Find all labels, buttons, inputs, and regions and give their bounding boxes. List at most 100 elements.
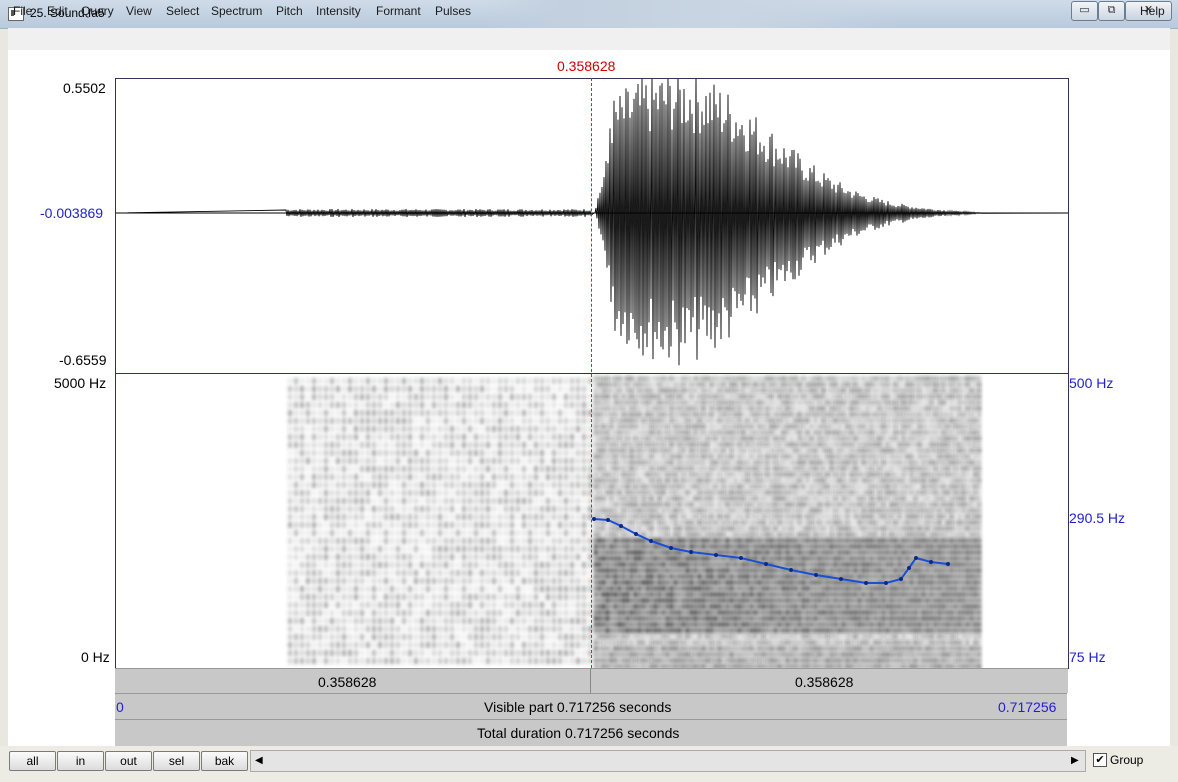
spectrogram-cell	[714, 562, 717, 567]
spectrogram-cell	[408, 402, 412, 408]
spectrogram-cell	[710, 490, 713, 495]
spectrogram-cell	[782, 400, 785, 405]
spectrogram-cell	[742, 562, 745, 567]
menu-select[interactable]: Select	[166, 4, 199, 18]
menu-edit[interactable]: Edit	[47, 4, 68, 18]
menu-file[interactable]: File	[13, 4, 32, 18]
spectrogram-cell	[782, 580, 785, 585]
spectrogram-cell	[838, 400, 841, 405]
menu-bar	[8, 28, 1170, 51]
spectrogram-cell	[540, 426, 544, 432]
spectrogram-cell	[758, 622, 761, 627]
spectrogram-cell	[420, 546, 424, 552]
spectrogram-cell	[510, 618, 514, 624]
spectrogram-cell	[754, 484, 757, 489]
spectrogram-cell	[510, 514, 514, 520]
spectrogram-cell	[706, 574, 709, 579]
spectrogram-cell	[682, 556, 685, 561]
menu-view[interactable]: View	[126, 4, 152, 18]
spectrogram-cell	[480, 562, 484, 568]
spectrogram-cell	[570, 514, 574, 520]
spectrogram-cell	[480, 410, 484, 416]
spectrogram-cell	[638, 556, 641, 561]
spectrogram-cell	[598, 628, 601, 633]
spectrogram-cell	[794, 406, 797, 411]
spectrogram-cell	[790, 400, 793, 405]
menu-query[interactable]: Query	[81, 4, 114, 18]
spectrogram-cell	[702, 424, 705, 429]
spectrogram-cell	[342, 610, 346, 616]
spectrogram-cell	[378, 450, 382, 456]
spectrogram-cell	[336, 586, 340, 592]
spectrogram-cell	[706, 496, 709, 501]
spectrogram-cell	[384, 658, 388, 664]
spectrogram-cell	[354, 378, 358, 384]
spectrogram-cell	[734, 448, 737, 453]
spectrogram-cell	[378, 490, 382, 496]
spectrogram-cell	[662, 376, 665, 381]
spectrogram-cell	[610, 508, 613, 513]
menu-pitch[interactable]: Pitch	[276, 4, 303, 18]
spectrogram-cell	[426, 618, 430, 624]
spectrogram-cell	[348, 506, 352, 512]
maximize-button[interactable]: ⧉	[1098, 1, 1125, 21]
spectrogram-cell	[818, 544, 821, 549]
spectrogram-cell	[528, 514, 532, 520]
menu-formant[interactable]: Formant	[376, 4, 421, 18]
spectrogram-cell	[822, 484, 825, 489]
spectrogram-cell	[734, 574, 737, 579]
spectrogram-cell	[730, 550, 733, 555]
spectrogram-cell	[666, 592, 669, 597]
spectrogram-cell	[378, 402, 382, 408]
spectrogram-cell	[718, 376, 721, 381]
spectrogram-panel[interactable]	[115, 373, 1069, 669]
spectrogram-cell	[730, 532, 733, 537]
spectrogram-cell	[336, 538, 340, 544]
spectrogram-cell	[300, 418, 304, 424]
spectrogram-cell	[762, 604, 765, 609]
waveform-panel[interactable]	[115, 78, 1069, 374]
spectrogram-cell	[534, 634, 538, 640]
spectrogram-cell	[786, 514, 789, 519]
spectrogram-cell	[606, 502, 609, 507]
spectrogram-cell	[846, 382, 849, 387]
spectrogram-cell	[414, 562, 418, 568]
spectrogram-cell	[336, 554, 340, 560]
spectrogram-cell	[798, 442, 801, 447]
spectrogram-cell	[846, 568, 849, 573]
spectrogram-cell	[498, 610, 502, 616]
spectrogram-cell	[348, 650, 352, 656]
spectrogram-cell	[468, 578, 472, 584]
spectrogram-cell	[834, 388, 837, 393]
spectrogram-cell	[758, 454, 761, 459]
spectrogram-cell	[634, 574, 637, 579]
menu-help[interactable]: Help	[1140, 4, 1165, 18]
spectrogram-cell	[698, 508, 701, 513]
spectrogram-cell	[834, 556, 837, 561]
spectrogram-cell	[714, 634, 717, 639]
menu-spectrum[interactable]: Spectrum	[211, 4, 262, 18]
spectrogram-cell	[746, 430, 749, 435]
spectrogram-cell	[396, 634, 400, 640]
spectrogram-cell	[564, 418, 568, 424]
spectrogram-cell	[336, 458, 340, 464]
spectrogram-cell	[324, 386, 328, 392]
spectrogram-cell	[606, 586, 609, 591]
spectrogram-cell	[300, 482, 304, 488]
spectrogram-cell	[834, 418, 837, 423]
spectrogram-cell	[528, 450, 532, 456]
spectrogram-cell	[402, 418, 406, 424]
menu-pulses[interactable]: Pulses	[435, 4, 471, 18]
spectrogram-cell	[610, 502, 613, 507]
spectrogram-cell	[702, 544, 705, 549]
menu-intensity[interactable]: Intensity	[316, 4, 361, 18]
spectrogram-cell	[674, 400, 677, 405]
spectrogram-cell	[480, 634, 484, 640]
spectrogram-cell	[420, 490, 424, 496]
minimize-button[interactable]: ▭	[1071, 1, 1098, 21]
spectrogram-cell	[654, 454, 657, 459]
spectrogram-cell	[348, 498, 352, 504]
spectrogram-cell	[626, 610, 629, 615]
spectrogram-cell	[534, 578, 538, 584]
spectrogram-cell	[390, 506, 394, 512]
